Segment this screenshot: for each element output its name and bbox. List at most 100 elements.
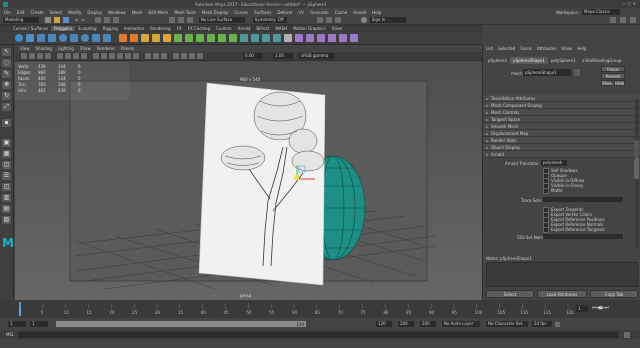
automatic-map-icon[interactable] — [317, 34, 325, 42]
section-mesh-component-display[interactable]: ▸ Mesh Component Display — [483, 102, 640, 109]
menu-mesh-tools[interactable]: Mesh Tools — [174, 10, 196, 15]
poly-cone-icon[interactable] — [48, 34, 56, 42]
live-surface-field[interactable]: No Live Surface — [198, 17, 245, 23]
playback-controls[interactable]: ⏮◀▶⏭ — [592, 305, 609, 311]
poly-plane-icon[interactable] — [70, 34, 78, 42]
playback-end-field[interactable]: 120 — [376, 321, 392, 327]
section-tangent-space[interactable]: ▸ Tangent Space — [483, 116, 640, 123]
window-controls[interactable]: — ▢ ✕ — [622, 1, 636, 6]
camera-map-icon[interactable] — [350, 34, 358, 42]
load-attributes-button[interactable]: Load Attributes — [537, 290, 587, 298]
layout-icon-a[interactable]: ▥ — [2, 194, 11, 202]
end-time-field[interactable]: 200 — [398, 321, 414, 327]
snap-grid-icon[interactable] — [168, 17, 175, 23]
show-button[interactable]: Show — [601, 80, 613, 86]
menu-mesh-display[interactable]: Mesh Display — [202, 10, 229, 15]
save-scene-icon[interactable] — [63, 17, 69, 23]
character-set-dropdown[interactable]: No Character Set — [486, 321, 528, 327]
side-tab-attribute-editor[interactable] — [634, 160, 639, 178]
select-icon[interactable]: ↖ — [2, 48, 11, 56]
menu-surfaces[interactable]: Surfaces — [254, 10, 271, 15]
gamma-field[interactable]: 1.00 — [273, 53, 293, 59]
ae-menu-focus[interactable]: Focus — [520, 46, 531, 51]
undo-icon[interactable]: ↶ — [75, 18, 78, 23]
current-frame-field[interactable]: 1 — [576, 305, 588, 312]
menu-generate[interactable]: Generate — [310, 10, 329, 15]
exposure-field[interactable]: 0.00 — [243, 53, 263, 59]
channel-box-toggle-icon[interactable] — [630, 17, 636, 23]
shelf-tab-polygons[interactable]: Polygons — [51, 26, 75, 31]
lasso-icon[interactable]: ◌ — [2, 59, 11, 67]
mirror-icon[interactable] — [174, 34, 182, 42]
render-icon[interactable] — [316, 17, 323, 23]
workspace-dropdown[interactable]: Maya Classic — [582, 9, 620, 15]
select-object-icon[interactable] — [103, 17, 110, 23]
section-mesh-controls[interactable]: ▸ Mesh Controls — [483, 109, 640, 116]
range-bar[interactable]: 120 — [56, 321, 306, 327]
new-scene-icon[interactable] — [45, 17, 51, 23]
user-signin-icon[interactable] — [360, 17, 367, 23]
go-to-input-icon[interactable] — [574, 69, 580, 76]
shelf-tab-animation[interactable]: Animation — [121, 26, 147, 31]
script-editor-icon[interactable] — [624, 331, 631, 338]
smooth-shade-icon[interactable] — [101, 53, 107, 59]
last-tool-icon[interactable]: ▪ — [2, 119, 11, 127]
shelf-tab-custom[interactable]: Custom — [213, 26, 234, 31]
resolution-gate-icon[interactable] — [73, 53, 79, 59]
ae-tab-psphere1[interactable]: pSphere1 — [485, 57, 510, 64]
vp-menu-show[interactable]: Show — [80, 46, 91, 51]
shelf-tab-sculpting[interactable]: Sculpting — [75, 26, 100, 31]
super-shape-icon[interactable] — [103, 34, 111, 42]
menu-mesh[interactable]: Mesh — [132, 10, 143, 15]
matte-checkbox[interactable]: Matte — [483, 187, 633, 194]
planar-map-icon[interactable] — [306, 34, 314, 42]
wireframe-on-shaded-icon[interactable] — [109, 53, 115, 59]
snap-curve-icon[interactable] — [177, 17, 184, 23]
shelf-tab-mash[interactable]: MASH — [272, 26, 290, 31]
shelf-tab-bifrost[interactable]: Bifrost — [253, 26, 272, 31]
quad-draw-icon[interactable] — [284, 34, 292, 42]
ae-tab-polysphere1[interactable]: polySphere1 — [548, 57, 579, 64]
smooth-icon[interactable] — [152, 34, 160, 42]
rotate-icon[interactable]: ↻ — [2, 92, 11, 100]
section-smooth-mesh[interactable]: ▸ Smooth Mesh — [483, 123, 640, 130]
notes-field[interactable] — [486, 262, 638, 287]
use-all-lights-icon[interactable] — [125, 53, 131, 59]
playback-start-field[interactable]: 1 — [30, 321, 48, 327]
single-view-icon[interactable]: ▣ — [2, 139, 11, 147]
ae-menu-show[interactable]: Show — [562, 46, 573, 51]
menu-deform[interactable]: Deform — [277, 10, 292, 15]
vp-menu-renderer[interactable]: Renderer — [97, 46, 115, 51]
sign-in-dropdown[interactable]: Sign In — [369, 17, 406, 23]
trace-sets-field[interactable] — [543, 197, 623, 202]
extrude-icon[interactable] — [185, 34, 193, 42]
ae-menu-help[interactable]: Help — [577, 46, 586, 51]
menu-edit-mesh[interactable]: Edit Mesh — [149, 10, 169, 15]
image-plane-icon[interactable] — [45, 53, 51, 59]
ae-tab-psphereshape1[interactable]: pSphereShape1 — [510, 57, 548, 64]
bookmarks-icon[interactable] — [37, 53, 43, 59]
vp-menu-lighting[interactable]: Lighting — [58, 46, 74, 51]
arnold-translator-dropdown[interactable]: polymesh — [541, 160, 567, 166]
section-tessellation[interactable]: ▸ Tessellation Attributes — [483, 95, 640, 102]
move-icon[interactable]: ✥ — [2, 81, 11, 89]
section-object-display[interactable]: ▸ Object Display — [483, 144, 640, 151]
ambient-occlusion-icon[interactable] — [145, 53, 151, 59]
four-view-icon[interactable]: ▦ — [2, 150, 11, 158]
menu-curves[interactable]: Curves — [234, 10, 248, 15]
side-by-side-icon[interactable]: ◫ — [2, 161, 11, 169]
open-scene-icon[interactable] — [54, 17, 60, 23]
poly-cube-icon[interactable] — [26, 34, 34, 42]
menu-help[interactable]: Help — [372, 10, 381, 15]
paint-icon[interactable]: ✎ — [2, 70, 11, 78]
select-camera-icon[interactable] — [21, 53, 27, 59]
menu-windows[interactable]: Windows — [108, 10, 126, 15]
spherical-map-icon[interactable] — [339, 34, 347, 42]
start-time-field[interactable]: 1 — [8, 321, 26, 327]
select-component-icon[interactable] — [112, 17, 119, 23]
shelf-tab-fx[interactable]: FX — [174, 26, 185, 31]
redo-icon[interactable]: ↷ — [81, 18, 84, 23]
gate-mask-icon[interactable] — [81, 53, 87, 59]
auto-key-icon[interactable] — [555, 321, 560, 327]
fill-hole-icon[interactable] — [229, 34, 237, 42]
